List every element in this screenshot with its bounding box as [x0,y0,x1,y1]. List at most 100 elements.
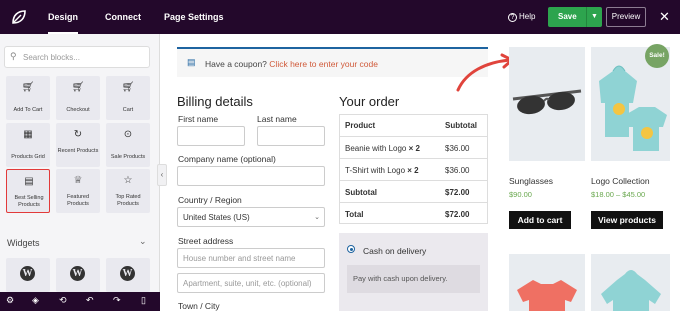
block-label: Sale Products [110,154,146,160]
product-price: $18.00 – $45.00 [591,190,646,199]
layers-icon[interactable]: ◈ [32,295,39,306]
mobile-preview-icon[interactable]: ▯ [141,295,146,306]
product-image-sunglasses[interactable] [509,47,585,161]
redo-icon[interactable]: ↷ [113,295,121,306]
chart-icon: ▤ [24,176,34,187]
product-price: $90.00 [509,190,532,199]
tab-design[interactable]: Design [48,0,79,34]
save-dropdown-caret-icon[interactable]: ▼ [586,7,602,27]
cart-icon: 🛒︎ [71,82,85,93]
subtotal-column-header: Subtotal [445,121,477,130]
block-best-selling-products[interactable]: ▤ Best Selling Products [6,169,50,213]
widget-wordpress[interactable]: W [56,258,100,292]
subtotal-value: $72.00 [445,188,470,197]
settings-gear-icon[interactable]: ⚙ [6,295,14,306]
order-header-row: Product Subtotal [339,114,488,138]
town-label: Town / City [178,301,220,311]
blocks-sidebar: ⚲ Search blocks... 🛒︎ Add To Cart 🛒︎ Che… [0,34,160,311]
block-label: Add To Cart [13,107,43,113]
history-icon[interactable]: ⟲ [59,295,67,306]
help-icon: ? [508,13,517,22]
seedprod-logo-icon [12,10,26,24]
cash-on-delivery-radio[interactable] [347,245,355,253]
block-sale-products[interactable]: ⊙ Sale Products [106,123,150,167]
save-label: Save [558,12,577,21]
trophy-icon: ♕ [73,175,83,186]
cart-icon: 🛒︎ [121,82,135,93]
help-label: Help [519,12,536,21]
item-qty: × 2 [408,144,420,153]
company-field[interactable] [177,166,325,186]
billing-title: Billing details [177,94,253,109]
block-label: Checkout [66,107,90,113]
block-checkout[interactable]: 🛒︎ Checkout [56,76,100,120]
coupon-question: Have a coupon? [205,59,267,69]
street-placeholder: House number and street name [183,254,296,263]
chevron-down-icon[interactable]: ⌄ [139,236,147,247]
block-label: Featured Products [66,194,89,207]
apartment-field[interactable]: Apartment, suite, unit, etc. (optional) [177,273,325,293]
street-label: Street address [178,236,234,246]
help-button[interactable]: ? Help [508,12,535,22]
block-featured-products[interactable]: ♕ Featured Products [56,169,100,213]
block-top-rated-products[interactable]: ☆ Top Rated Products [106,169,150,213]
refresh-icon: ↻ [73,129,83,140]
coupon-link[interactable]: Click here to enter your code [269,59,378,69]
product-name[interactable]: Logo Collection [591,176,650,186]
tab-connect[interactable]: Connect [105,0,141,34]
view-products-button[interactable]: View products [591,211,663,229]
block-add-to-cart[interactable]: 🛒︎ Add To Cart [6,76,50,120]
total-label: Total [345,210,364,219]
country-value: United States (US) [183,213,250,222]
cart-icon: 🛒︎ [21,82,35,93]
hoodie-icon [601,270,661,311]
search-input[interactable]: ⚲ Search blocks... [4,46,150,68]
collapse-sidebar-handle[interactable]: ‹ [157,164,167,186]
widgets-section-title[interactable]: Widgets [7,238,40,248]
order-item-name: Beanie with Logo × 2 [345,144,420,153]
table-row: T-Shirt with Logo × 2 $36.00 [339,158,488,182]
product-image-hoodie[interactable] [591,254,670,311]
preview-button[interactable]: Preview [606,7,646,27]
sidebar-bottom-toolbar: ⚙ ◈ ⟲ ↶ ↷ ▯ [0,292,160,311]
product-image-tshirt[interactable] [509,254,585,311]
star-icon: ☆ [123,175,133,186]
grid-icon: ▦ [23,129,33,140]
payment-method-label[interactable]: Cash on delivery [363,246,426,256]
order-item-price: $36.00 [445,166,470,175]
first-name-label: First name [178,114,219,124]
block-label: Best Selling Products [14,195,44,208]
country-select[interactable]: United States (US) ⌄ [177,207,325,227]
order-item-name: T-Shirt with Logo × 2 [345,166,419,175]
block-label: Top Rated Products [115,194,141,207]
street-field[interactable]: House number and street name [177,248,325,268]
block-recent-products[interactable]: ↻ Recent Products [56,123,100,167]
first-name-field[interactable] [177,126,245,146]
add-to-cart-button[interactable]: Add to cart [509,211,571,229]
block-cart[interactable]: 🛒︎ Cart [106,76,150,120]
total-row: Total $72.00 [339,202,488,226]
search-icon: ⚲ [10,51,17,61]
tab-page-settings[interactable]: Page Settings [164,0,224,34]
order-item-price: $36.00 [445,144,470,153]
country-label: Country / Region [178,195,242,205]
tshirt-icon [517,280,577,311]
top-bar: Design Connect Page Settings ? Help Save … [0,0,680,34]
total-value: $72.00 [445,210,470,219]
widget-wordpress[interactable]: W [6,258,50,292]
wordpress-icon: W [70,266,85,281]
product-name[interactable]: Sunglasses [509,176,553,186]
item-qty: × 2 [407,166,419,175]
wordpress-icon: W [20,266,35,281]
close-icon[interactable]: ✕ [659,9,670,25]
last-name-field[interactable] [257,126,325,146]
undo-icon[interactable]: ↶ [86,295,94,306]
widget-wordpress[interactable]: W [106,258,150,292]
coupon-text: Have a coupon? Click here to enter your … [205,59,378,69]
item-product: Beanie with Logo [345,144,407,153]
coupon-notice: ▤ Have a coupon? Click here to enter you… [177,47,488,77]
sunglasses-icon [512,89,582,115]
product-column-header: Product [345,121,376,130]
block-products-grid[interactable]: ▦ Products Grid [6,123,50,167]
save-button[interactable]: Save ▼ [548,7,602,27]
